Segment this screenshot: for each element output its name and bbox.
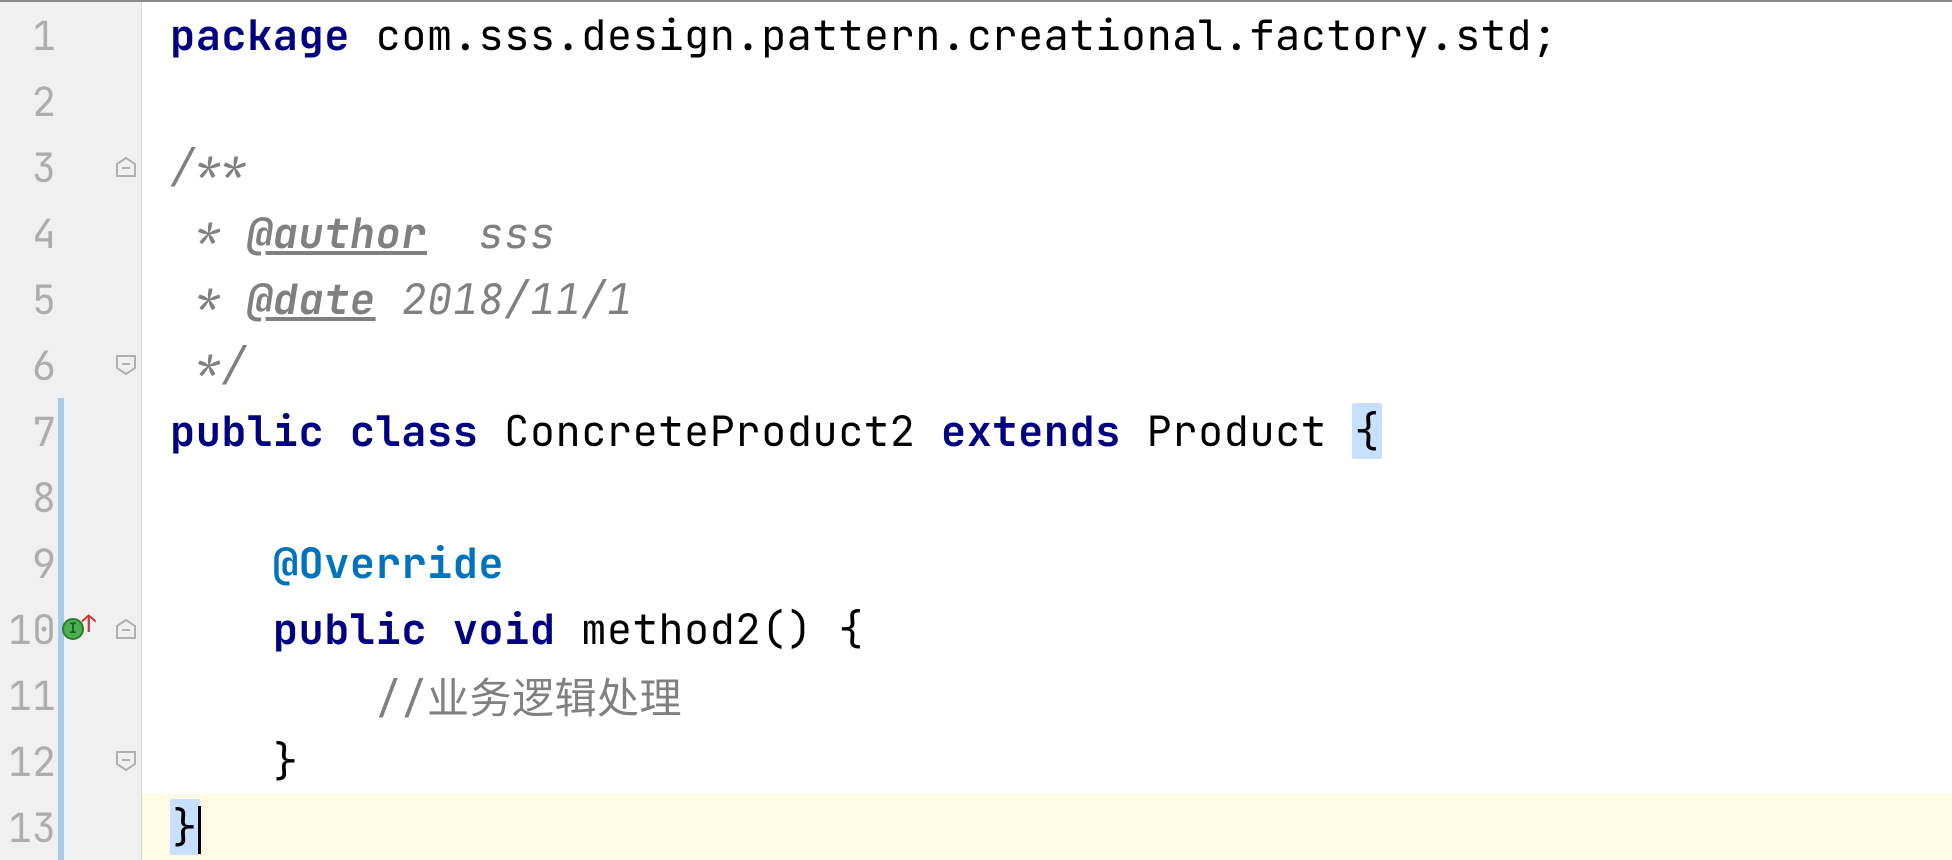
code-line[interactable]: package com.sss.design.pattern.creationa… bbox=[142, 2, 1952, 68]
gutter: 1 2 3 4 5 6 7 8 9 bbox=[0, 2, 142, 860]
gutter-row: 4 bbox=[0, 200, 141, 266]
gutter-row: 8 bbox=[0, 464, 141, 530]
fold-collapse-icon[interactable] bbox=[114, 155, 138, 179]
line-number: 5 bbox=[0, 273, 58, 326]
line-number: 11 bbox=[0, 669, 58, 722]
code-line[interactable] bbox=[142, 464, 1952, 530]
vcs-change-marker[interactable] bbox=[58, 398, 64, 464]
vcs-change-marker[interactable] bbox=[58, 464, 64, 530]
code-line[interactable] bbox=[142, 68, 1952, 134]
line-number: 1 bbox=[0, 9, 58, 62]
gutter-row: 3 bbox=[0, 134, 141, 200]
code-line[interactable]: */ bbox=[142, 332, 1952, 398]
vcs-change-marker[interactable] bbox=[58, 728, 64, 794]
code-line-current[interactable]: } bbox=[142, 794, 1952, 860]
line-number: 8 bbox=[0, 471, 58, 524]
fold-collapse-icon[interactable] bbox=[114, 617, 138, 641]
gutter-row: 13 bbox=[0, 794, 141, 860]
gutter-row: 2 bbox=[0, 68, 141, 134]
gutter-row: 10 I↑ bbox=[0, 596, 141, 662]
line-number: 4 bbox=[0, 207, 58, 260]
caret bbox=[198, 806, 201, 854]
code-line[interactable]: * @date 2018/11/1 bbox=[142, 266, 1952, 332]
vcs-change-marker[interactable] bbox=[58, 794, 64, 860]
line-number: 3 bbox=[0, 141, 58, 194]
code-editor[interactable]: package com.sss.design.pattern.creationa… bbox=[142, 2, 1952, 860]
line-number: 2 bbox=[0, 75, 58, 128]
code-line[interactable]: @Override bbox=[142, 530, 1952, 596]
code-line[interactable]: } bbox=[142, 728, 1952, 794]
code-line[interactable]: * @author sss bbox=[142, 200, 1952, 266]
line-number: 10 bbox=[0, 603, 58, 656]
gutter-row: 9 bbox=[0, 530, 141, 596]
gutter-row: 1 bbox=[0, 2, 141, 68]
line-number: 9 bbox=[0, 537, 58, 590]
gutter-row: 6 bbox=[0, 332, 141, 398]
vcs-change-marker[interactable] bbox=[58, 530, 64, 596]
gutter-row: 11 bbox=[0, 662, 141, 728]
line-number: 13 bbox=[0, 801, 58, 854]
code-line[interactable]: public class ConcreteProduct2 extends Pr… bbox=[142, 398, 1952, 464]
override-method-icon[interactable]: I↑ bbox=[62, 615, 90, 643]
fold-expand-icon[interactable] bbox=[114, 749, 138, 773]
code-line[interactable]: public void method2() { bbox=[142, 596, 1952, 662]
vcs-change-marker[interactable] bbox=[58, 662, 64, 728]
code-line[interactable]: //业务逻辑处理 bbox=[142, 662, 1952, 728]
fold-expand-icon[interactable] bbox=[114, 353, 138, 377]
gutter-row: 7 bbox=[0, 398, 141, 464]
code-line[interactable]: /** bbox=[142, 134, 1952, 200]
line-number: 12 bbox=[0, 735, 58, 788]
line-number: 7 bbox=[0, 405, 58, 458]
gutter-row: 12 bbox=[0, 728, 141, 794]
gutter-row: 5 bbox=[0, 266, 141, 332]
line-number: 6 bbox=[0, 339, 58, 392]
